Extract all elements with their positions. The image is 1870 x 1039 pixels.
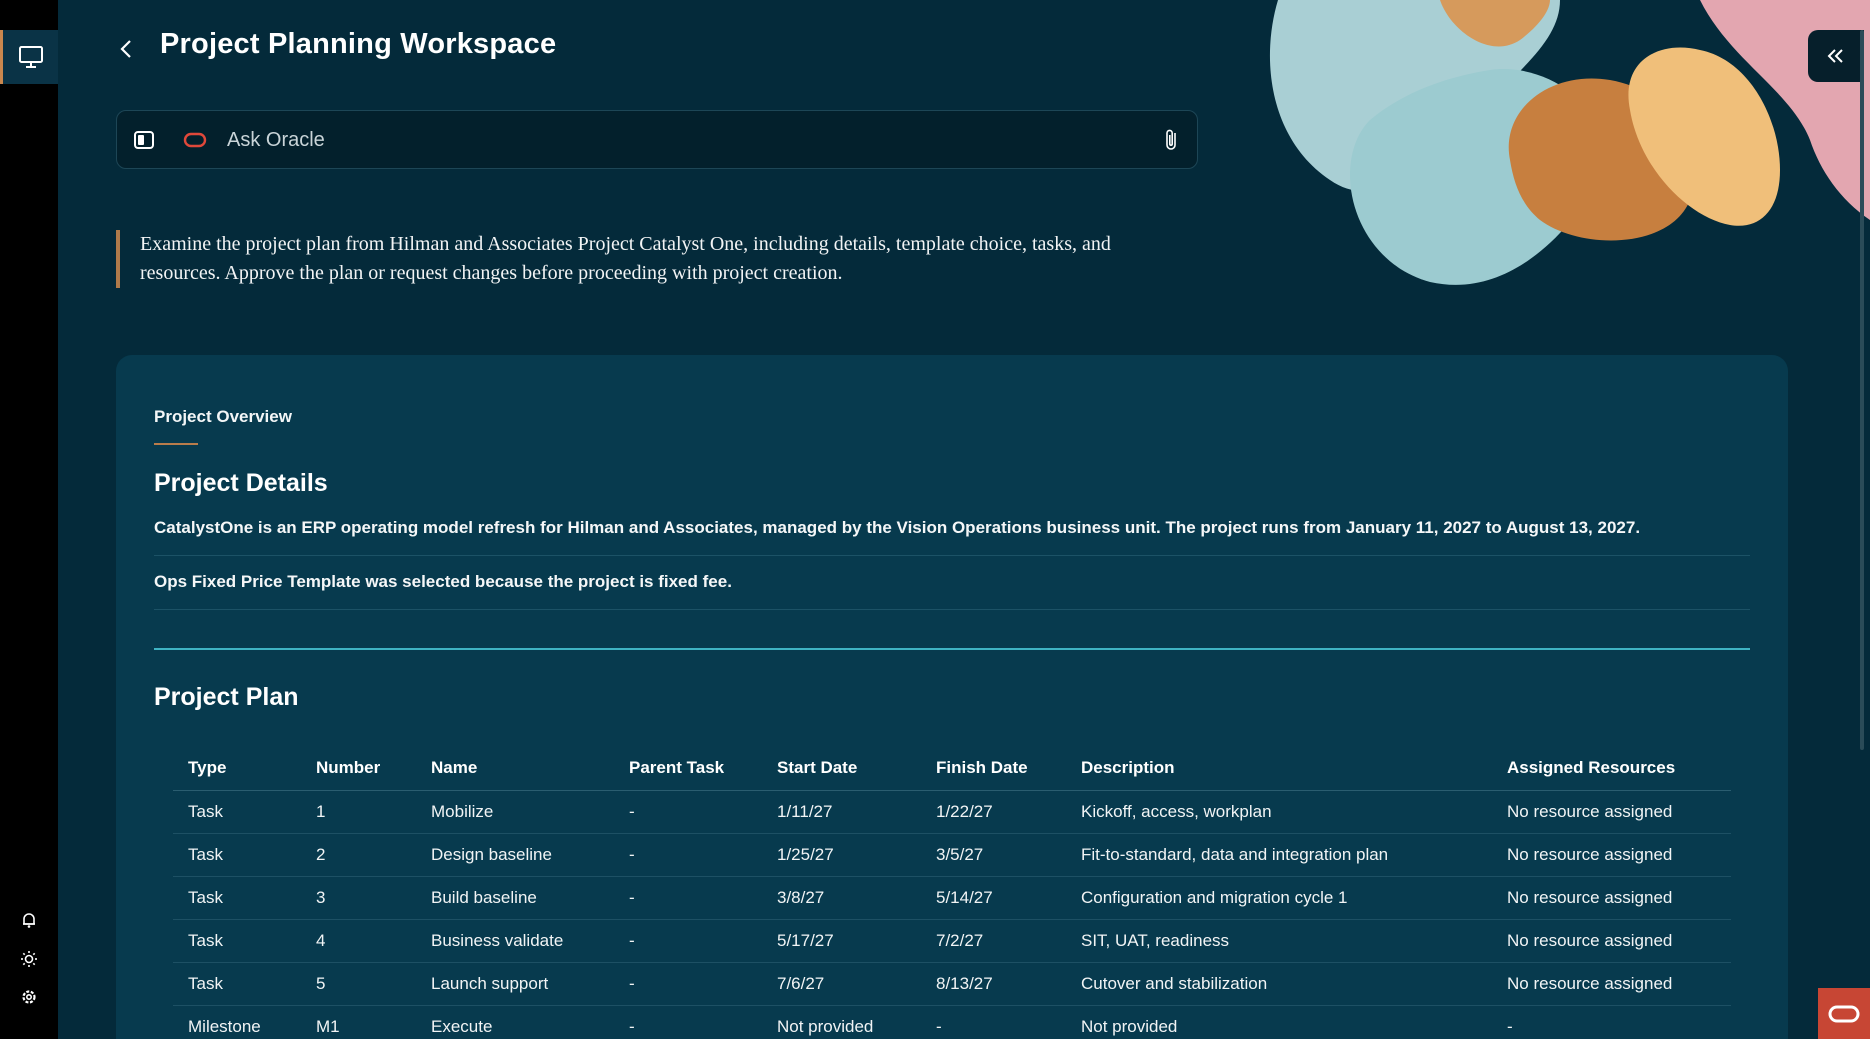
cell-name: Launch support	[416, 962, 614, 1006]
page-title: Project Planning Workspace	[160, 28, 557, 60]
cell-name: Design baseline	[416, 833, 614, 877]
sidebar-toggle-icon	[134, 131, 154, 149]
cell-type: Task	[173, 876, 301, 920]
cell-finish-date: 1/22/27	[921, 790, 1066, 834]
cell-type: Task	[173, 962, 301, 1006]
cell-type: Milestone	[173, 1005, 301, 1039]
cell-parent-task: -	[614, 833, 762, 877]
left-rail	[0, 0, 58, 1039]
cell-start-date: 3/8/27	[762, 876, 921, 920]
cell-parent-task: -	[614, 962, 762, 1006]
cell-start-date: 1/11/27	[762, 790, 921, 834]
tab-project-overview[interactable]: Project Overview	[154, 407, 292, 427]
cell-start-date: 1/25/27	[762, 833, 921, 877]
project-plan-table: Type Number Name Parent Task Start Date …	[173, 747, 1731, 1039]
chevron-left-icon	[120, 40, 131, 58]
column-header-parent-task: Parent Task	[614, 747, 762, 791]
oracle-assistant-button[interactable]	[1818, 988, 1870, 1039]
table-row[interactable]: Task 1 Mobilize - 1/11/27 1/22/27 Kickof…	[173, 790, 1731, 834]
cell-assigned-resources: No resource assigned	[1492, 876, 1731, 920]
cell-assigned-resources: -	[1492, 1005, 1731, 1039]
cell-name: Mobilize	[416, 790, 614, 834]
cell-description: Cutover and stabilization	[1066, 962, 1492, 1006]
project-plan-title: Project Plan	[154, 683, 299, 711]
attach-button[interactable]	[1161, 127, 1183, 153]
table-row[interactable]: Milestone M1 Execute - Not provided - No…	[173, 1005, 1731, 1039]
cell-type: Task	[173, 790, 301, 834]
cell-name: Build baseline	[416, 876, 614, 920]
cell-start-date: Not provided	[762, 1005, 921, 1039]
section-divider	[154, 648, 1750, 650]
oracle-logo-icon	[1828, 1005, 1860, 1022]
monitor-icon	[18, 46, 43, 68]
cell-finish-date: 7/2/27	[921, 919, 1066, 963]
column-header-assigned-resources: Assigned Resources	[1492, 747, 1731, 791]
table-row[interactable]: Task 2 Design baseline - 1/25/27 3/5/27 …	[173, 833, 1731, 877]
table-header-row: Type Number Name Parent Task Start Date …	[173, 747, 1731, 791]
cell-description: SIT, UAT, readiness	[1066, 919, 1492, 963]
settings-button[interactable]	[19, 987, 39, 1007]
cell-assigned-resources: No resource assigned	[1492, 962, 1731, 1006]
cell-type: Task	[173, 919, 301, 963]
theme-button[interactable]	[19, 949, 39, 969]
panel-toggle-button[interactable]	[133, 130, 155, 150]
cell-assigned-resources: No resource assigned	[1492, 833, 1731, 877]
table-row[interactable]: Task 5 Launch support - 7/6/27 8/13/27 C…	[173, 962, 1731, 1006]
table-row[interactable]: Task 4 Business validate - 5/17/27 7/2/2…	[173, 919, 1731, 963]
cell-number: 1	[301, 790, 416, 834]
cell-parent-task: -	[614, 1005, 762, 1039]
cell-number: 2	[301, 833, 416, 877]
cell-assigned-resources: No resource assigned	[1492, 919, 1731, 963]
paperclip-icon	[1166, 129, 1176, 150]
intro-text: Examine the project plan from Hilman and…	[116, 230, 1196, 288]
notifications-button[interactable]	[19, 910, 39, 930]
decorative-artwork	[1269, 0, 1870, 285]
cell-type: Task	[173, 833, 301, 877]
cell-number: 3	[301, 876, 416, 920]
column-header-number: Number	[301, 747, 416, 791]
ask-oracle-bar	[116, 110, 1198, 169]
rail-item-workspace[interactable]	[0, 30, 58, 84]
bell-icon	[23, 913, 35, 928]
project-details-summary: CatalystOne is an ERP operating model re…	[154, 518, 1750, 556]
table-row[interactable]: Task 3 Build baseline - 3/8/27 5/14/27 C…	[173, 876, 1731, 920]
cell-number: 5	[301, 962, 416, 1006]
column-header-description: Description	[1066, 747, 1492, 791]
oracle-logo-icon	[183, 132, 207, 148]
column-header-name: Name	[416, 747, 614, 791]
collapse-panel-button[interactable]	[1808, 30, 1864, 82]
cell-start-date: 7/6/27	[762, 962, 921, 1006]
cell-description: Not provided	[1066, 1005, 1492, 1039]
cell-number: M1	[301, 1005, 416, 1039]
ask-oracle-input[interactable]	[227, 121, 1127, 159]
tab-underline	[154, 443, 198, 445]
cell-parent-task: -	[614, 790, 762, 834]
cell-name: Business validate	[416, 919, 614, 963]
cell-number: 4	[301, 919, 416, 963]
project-details-title: Project Details	[154, 469, 328, 497]
double-chevron-left-icon	[1827, 49, 1843, 63]
cell-start-date: 5/17/27	[762, 919, 921, 963]
sun-icon	[21, 951, 37, 967]
cell-description: Configuration and migration cycle 1	[1066, 876, 1492, 920]
cell-assigned-resources: No resource assigned	[1492, 790, 1731, 834]
cell-finish-date: 5/14/27	[921, 876, 1066, 920]
column-header-type: Type	[173, 747, 301, 791]
gear-icon	[22, 990, 36, 1004]
page-scrollbar[interactable]	[1860, 30, 1864, 750]
column-header-start-date: Start Date	[762, 747, 921, 791]
cell-parent-task: -	[614, 876, 762, 920]
cell-finish-date: 3/5/27	[921, 833, 1066, 877]
cell-name: Execute	[416, 1005, 614, 1039]
project-template-note: Ops Fixed Price Template was selected be…	[154, 572, 1750, 610]
cell-description: Fit-to-standard, data and integration pl…	[1066, 833, 1492, 877]
column-header-finish-date: Finish Date	[921, 747, 1066, 791]
project-overview-card: Project Overview Project Details Catalys…	[116, 355, 1788, 1039]
cell-description: Kickoff, access, workplan	[1066, 790, 1492, 834]
cell-finish-date: 8/13/27	[921, 962, 1066, 1006]
cell-parent-task: -	[614, 919, 762, 963]
cell-finish-date: -	[921, 1005, 1066, 1039]
back-button[interactable]	[112, 34, 140, 64]
